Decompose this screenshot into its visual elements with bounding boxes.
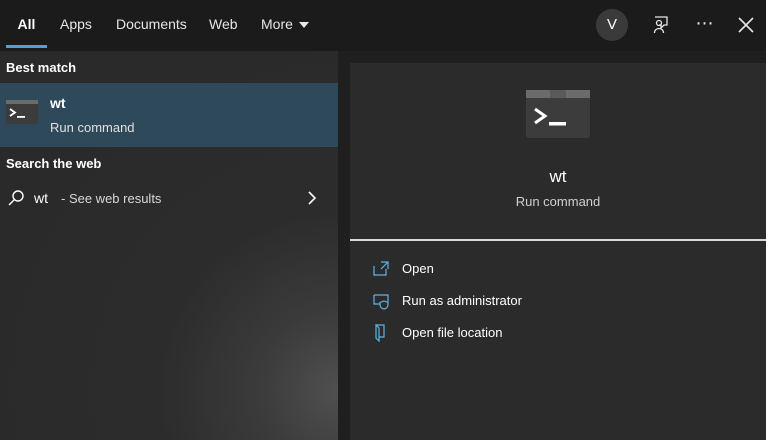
tab-apps[interactable]: Apps (60, 0, 92, 51)
feedback-icon[interactable] (650, 13, 674, 37)
tab-documents[interactable]: Documents (116, 0, 187, 51)
run-as-admin-label: Run as administrator (402, 293, 522, 308)
more-options-icon[interactable]: ⋯ (693, 13, 717, 37)
close-icon[interactable] (734, 13, 758, 37)
detail-card: wt Run command (350, 63, 766, 239)
terminal-icon (526, 90, 590, 138)
tab-documents-label: Documents (116, 16, 187, 32)
detail-subtitle: Run command (515, 194, 601, 209)
chevron-right-icon[interactable] (306, 191, 318, 205)
tab-all-label: All (17, 16, 36, 32)
best-match-item[interactable]: wt Run command (0, 83, 338, 147)
avatar-initial: V (606, 16, 617, 33)
tab-more[interactable]: More (261, 0, 309, 51)
search-top-bar: All Apps Documents Web More V ⋯ (0, 0, 766, 51)
open-icon (373, 261, 389, 276)
detail-panel: wt Run command Open Run as administrator (338, 51, 766, 440)
open-action[interactable]: Open (372, 258, 752, 282)
web-result-suffix: - See web results (61, 191, 162, 206)
file-location-icon (375, 324, 385, 342)
web-result-item[interactable]: wt - See web results (0, 179, 338, 217)
more-options-glyph: ⋯ (695, 13, 715, 33)
caret-down-icon (298, 22, 309, 29)
actions-list: Open Run as administrator Open file loca… (350, 241, 766, 440)
best-match-heading: Best match (6, 60, 77, 75)
tab-active-indicator (6, 45, 47, 48)
open-file-location-action[interactable]: Open file location (372, 322, 752, 346)
results-panel: Best match wt Run command Search the web… (0, 51, 338, 440)
shield-icon (373, 294, 389, 310)
tab-web-label: Web (209, 16, 238, 32)
search-web-heading: Search the web (6, 156, 102, 171)
terminal-icon (6, 100, 38, 124)
tab-all[interactable]: All (6, 0, 47, 51)
search-icon (8, 190, 24, 206)
detail-title: wt (549, 167, 567, 186)
best-match-title: wt (50, 95, 66, 111)
best-match-subtitle: Run command (50, 120, 135, 135)
tab-apps-label: Apps (60, 16, 92, 32)
avatar[interactable]: V (596, 9, 628, 41)
run-as-admin-action[interactable]: Run as administrator (372, 290, 752, 314)
tab-more-label: More (261, 16, 293, 32)
open-file-location-label: Open file location (402, 325, 503, 340)
open-action-label: Open (402, 261, 434, 276)
tab-web[interactable]: Web (209, 0, 238, 51)
web-result-query: wt (34, 190, 48, 206)
